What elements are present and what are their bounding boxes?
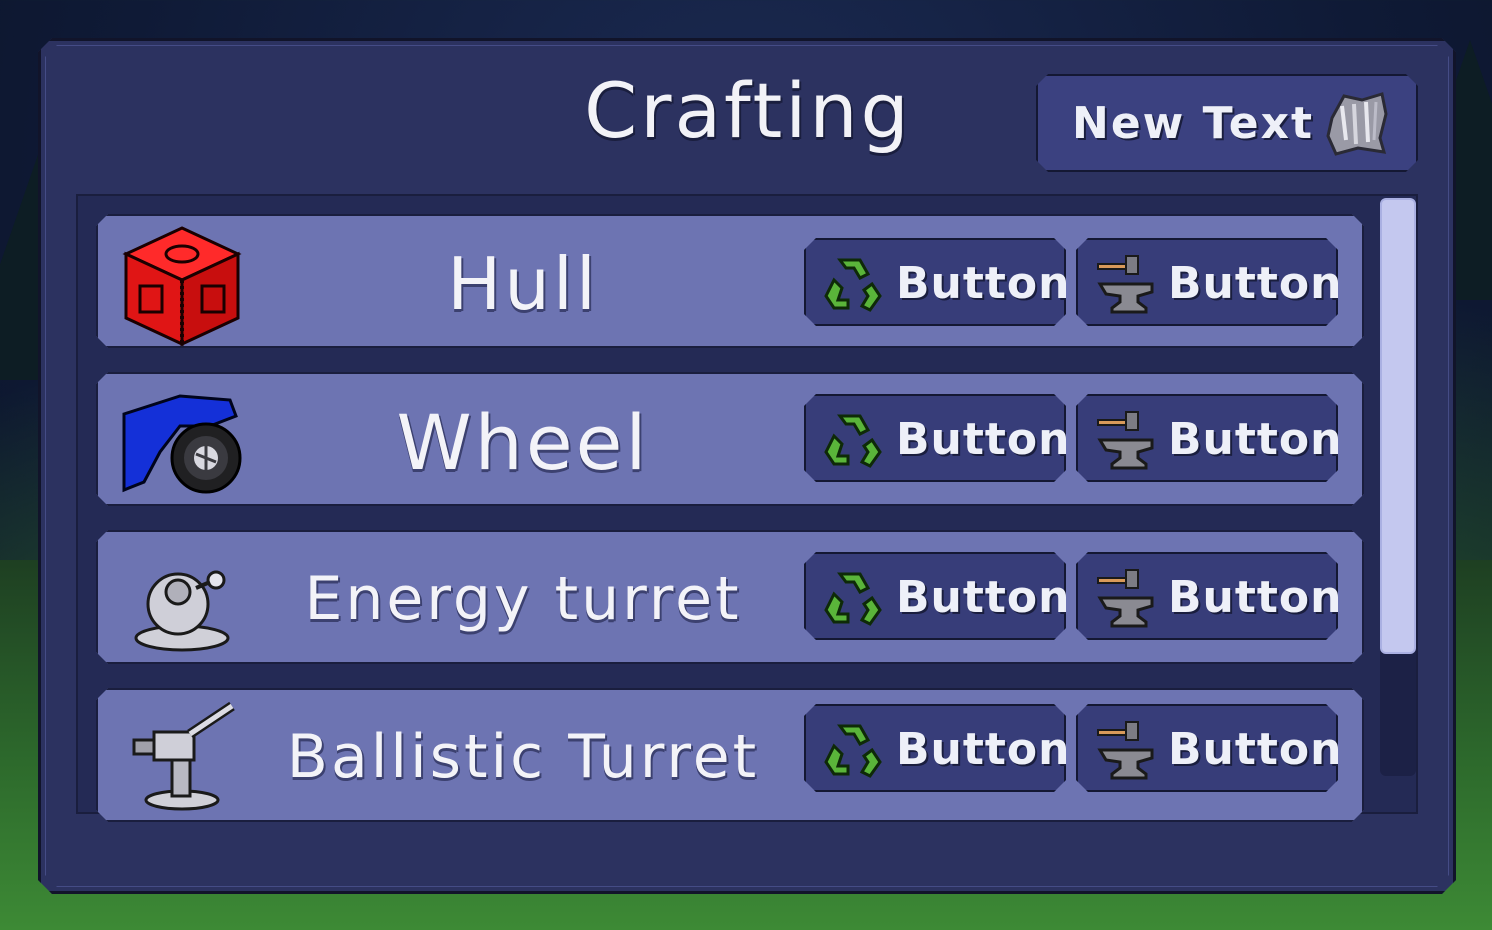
new-text-button[interactable]: New Text	[1036, 74, 1418, 172]
craft-button[interactable]: Button	[1076, 238, 1338, 326]
recycle-button[interactable]: Button	[804, 238, 1066, 326]
recipe-name: Ballistic Turret	[286, 722, 760, 792]
scrap-metal-icon	[1322, 88, 1392, 158]
wheel-icon	[120, 382, 244, 506]
craft-button-label: Button	[1168, 572, 1343, 623]
recycle-button[interactable]: Button	[804, 552, 1066, 640]
hull-block-icon	[120, 224, 244, 348]
energy-turret-icon	[120, 540, 244, 664]
recycle-icon	[820, 250, 886, 316]
anvil-hammer-icon	[1092, 250, 1158, 316]
craft-button-label: Button	[1168, 258, 1343, 309]
recycle-button[interactable]: Button	[804, 394, 1066, 482]
scrollbar-track[interactable]	[1380, 198, 1416, 776]
recycle-button-label: Button	[896, 258, 1071, 309]
recycle-button-label: Button	[896, 724, 1071, 775]
ballistic-turret-icon	[120, 698, 244, 822]
craft-button[interactable]: Button	[1076, 394, 1338, 482]
craft-button-label: Button	[1168, 724, 1343, 775]
anvil-hammer-icon	[1092, 564, 1158, 630]
recipe-name: Hull	[447, 242, 599, 326]
recipe-name: Wheel	[396, 398, 650, 487]
scrollbar-thumb[interactable]	[1380, 198, 1416, 654]
recycle-button-label: Button	[896, 572, 1071, 623]
recycle-button[interactable]: Button	[804, 704, 1066, 792]
recipe-name: Energy turret	[304, 564, 742, 634]
new-text-button-label: New Text	[1072, 97, 1315, 149]
recycle-button-label: Button	[896, 414, 1071, 465]
craft-button[interactable]: Button	[1076, 552, 1338, 640]
recycle-icon	[820, 406, 886, 472]
recycle-icon	[820, 716, 886, 782]
page-title: Crafting	[584, 66, 912, 155]
craft-button-label: Button	[1168, 414, 1343, 465]
anvil-hammer-icon	[1092, 716, 1158, 782]
anvil-hammer-icon	[1092, 406, 1158, 472]
craft-button[interactable]: Button	[1076, 704, 1338, 792]
recycle-icon	[820, 564, 886, 630]
